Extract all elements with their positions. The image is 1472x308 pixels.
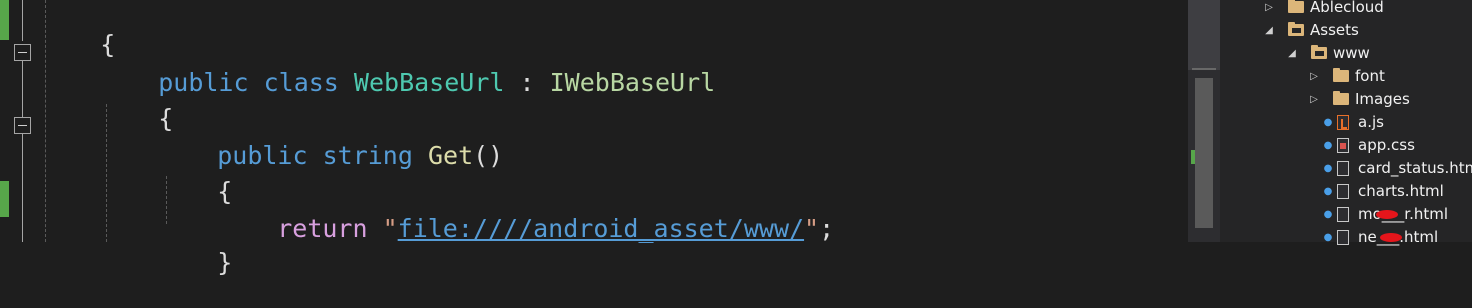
folder-open-icon <box>1288 22 1304 36</box>
class-name: WebBaseUrl <box>353 68 505 97</box>
tree-item-label: charts.html <box>1358 182 1444 200</box>
interface-name: IWebBaseUrl <box>549 68 716 97</box>
folder-open-icon <box>1311 45 1327 59</box>
unsaved-change-marker <box>0 0 9 40</box>
expand-arrow-icon[interactable]: ▷ <box>1262 0 1276 18</box>
lock-icon: ● <box>1323 208 1333 220</box>
collapse-arrow-icon[interactable]: ◢ <box>1285 42 1299 64</box>
tree-item-ablecloud[interactable]: ▷ Ablecloud <box>1262 0 1384 18</box>
url-link[interactable]: file:////android_asset/www/ <box>398 214 804 243</box>
tree-item-charts[interactable]: ● charts.html <box>1323 180 1444 202</box>
tree-item-label: Assets <box>1310 21 1359 39</box>
tree-item-www[interactable]: ◢ www <box>1285 42 1370 64</box>
colon: : <box>519 68 535 97</box>
tree-item-label: app.css <box>1358 136 1415 154</box>
tree-item-label: card_status.htm <box>1358 159 1472 177</box>
folder-icon <box>1333 91 1349 105</box>
tree-item-app-css[interactable]: ● app.css <box>1323 134 1415 156</box>
parentheses: () <box>473 141 504 170</box>
tree-item-label: font <box>1355 67 1385 85</box>
expand-arrow-icon[interactable]: ▷ <box>1307 65 1321 87</box>
scrollbar-header <box>1188 0 1220 70</box>
lock-icon: ● <box>1323 139 1333 151</box>
js-file-icon <box>1337 114 1349 130</box>
redaction-mark <box>1380 233 1402 242</box>
scrollbar-thumb[interactable] <box>1195 78 1213 228</box>
code-line-6: return "file:////android_asset/www/"; <box>217 184 834 274</box>
code-line-7: } <box>157 218 232 308</box>
tree-item-label: Ablecloud <box>1310 0 1384 16</box>
redaction-mark <box>1376 210 1398 219</box>
collapse-class-icon[interactable] <box>14 44 31 61</box>
folder-icon <box>1333 68 1349 82</box>
lock-icon: ● <box>1323 116 1333 128</box>
tree-item-label: mo___r.html <box>1358 205 1449 223</box>
solution-explorer[interactable]: ▷ Ablecloud ◢ Assets ◢ www ▷ font ▷ Imag… <box>1220 0 1472 246</box>
method-name: Get <box>427 141 474 170</box>
scrollbar-change-marker <box>1191 150 1195 164</box>
unsaved-change-marker <box>0 181 9 217</box>
html-file-icon <box>1337 183 1349 199</box>
tree-item-images[interactable]: ▷ Images <box>1307 88 1410 110</box>
keyword-class: class <box>263 68 339 97</box>
lock-icon: ● <box>1323 231 1333 243</box>
tree-item-a-js[interactable]: ● a.js <box>1323 111 1384 133</box>
html-file-icon <box>1337 206 1349 222</box>
close-brace: } <box>217 248 233 277</box>
vertical-scrollbar[interactable] <box>1188 0 1220 242</box>
tree-item-font[interactable]: ▷ font <box>1307 65 1385 87</box>
folder-icon <box>1288 0 1304 13</box>
string-quote-close: " <box>804 214 820 243</box>
outline-line <box>22 0 23 41</box>
semicolon: ; <box>819 214 835 243</box>
keyword-return: return <box>277 214 368 243</box>
tree-item-label: a.js <box>1358 113 1384 131</box>
tree-item-card-status[interactable]: ● card_status.htm <box>1323 157 1472 179</box>
code-editor[interactable]: { public class WebBaseUrl : IWebBaseUrl … <box>0 0 1188 277</box>
string-quote-open: " <box>382 214 398 243</box>
tree-item-assets[interactable]: ◢ Assets <box>1262 19 1359 41</box>
tree-item-label: Images <box>1355 90 1410 108</box>
css-file-icon <box>1337 137 1349 153</box>
collapse-arrow-icon[interactable]: ◢ <box>1262 19 1276 41</box>
keyword-string: string <box>322 141 413 170</box>
tree-item-label: www <box>1333 44 1370 62</box>
outline-line <box>22 61 23 117</box>
outline-line <box>22 134 23 242</box>
expand-arrow-icon[interactable]: ▷ <box>1307 88 1321 110</box>
html-file-icon <box>1337 160 1349 176</box>
lock-icon: ● <box>1323 162 1333 174</box>
html-file-icon <box>1337 229 1349 245</box>
collapse-method-icon[interactable] <box>14 117 31 134</box>
lock-icon: ● <box>1323 185 1333 197</box>
